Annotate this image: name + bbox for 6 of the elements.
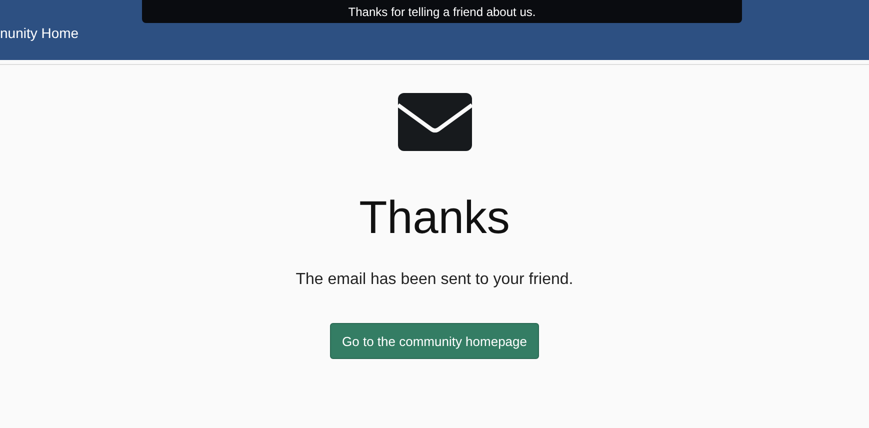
envelope-icon <box>398 93 472 151</box>
community-home-link[interactable]: nunity Home <box>0 25 79 41</box>
page-title: Thanks <box>359 190 510 245</box>
toast-notification: Thanks for telling a friend about us. <box>142 0 742 23</box>
community-homepage-button[interactable]: Go to the community homepage <box>330 323 539 359</box>
confirmation-message: The email has been sent to your friend. <box>296 271 574 289</box>
